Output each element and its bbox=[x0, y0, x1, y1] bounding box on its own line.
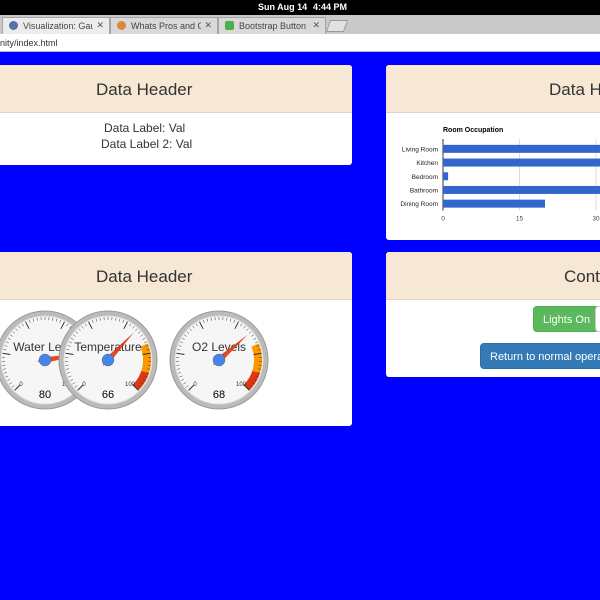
chart-title: Room Occupation bbox=[443, 127, 503, 134]
gauge-value: 68 bbox=[213, 389, 225, 401]
tab-visualization-gauge[interactable]: Visualization: Gauge ✕ bbox=[2, 17, 110, 34]
gauge-max-label: 100 bbox=[236, 382, 247, 388]
panel-header: Data Header bbox=[0, 65, 352, 113]
gauge-label: Temperature bbox=[74, 340, 142, 354]
new-tab-button[interactable] bbox=[325, 20, 349, 32]
bar bbox=[443, 158, 600, 167]
gauge-hub bbox=[101, 353, 115, 367]
w3-icon bbox=[225, 21, 234, 30]
data-labels-panel: Data Header Data Label: Val Data Label 2… bbox=[0, 65, 352, 165]
category-label: Dining Room bbox=[400, 201, 438, 208]
button-label: Lights On bbox=[543, 314, 591, 326]
chart-panel: Data H Room Occupation 0 15 30 Living Room Ki… bbox=[386, 65, 600, 240]
tick-label: 0 bbox=[441, 216, 445, 223]
system-time: 4:44 PM bbox=[313, 2, 348, 12]
url-text: nity/index.html bbox=[0, 38, 58, 48]
tab-label: Bootstrap Button Group bbox=[239, 21, 309, 31]
tab-bootstrap-button[interactable]: Bootstrap Button Group ✕ bbox=[218, 17, 326, 34]
gauge-value: 66 bbox=[102, 389, 114, 401]
tick-label: 15 bbox=[516, 216, 524, 223]
return-normal-button[interactable]: Return to normal operation bbox=[480, 343, 600, 369]
panel-header: Data H bbox=[386, 65, 600, 113]
gauge-value: 80 bbox=[39, 389, 51, 401]
panel-title: Data Header bbox=[96, 80, 193, 99]
controls-panel: Cont Lights On Return to normal operatio… bbox=[386, 252, 600, 377]
data-label-2: Data Label 2: Val bbox=[101, 137, 193, 151]
category-label: Kitchen bbox=[416, 160, 438, 167]
tab-pros-and-cons[interactable]: Whats Pros and Cons ✕ bbox=[110, 17, 218, 34]
bar bbox=[443, 185, 600, 194]
system-top-bar: Sun Aug 14 4:44 PM bbox=[0, 0, 600, 15]
category-label: Living Room bbox=[402, 146, 438, 153]
panel-title: Cont bbox=[564, 267, 600, 286]
close-icon[interactable]: ✕ bbox=[312, 20, 320, 31]
bar bbox=[443, 144, 600, 153]
gauges-panel: Data Header Water Level010080Temperature… bbox=[0, 252, 352, 426]
data-label-1: Data Label: Val bbox=[104, 121, 186, 135]
bar bbox=[443, 172, 449, 181]
site-icon bbox=[117, 21, 126, 30]
lights-on-button[interactable]: Lights On bbox=[533, 306, 599, 332]
panel-title: Data Header bbox=[96, 267, 193, 286]
close-icon[interactable]: ✕ bbox=[96, 20, 104, 31]
address-bar[interactable]: nity/index.html bbox=[0, 34, 600, 52]
panel-header: Cont bbox=[386, 252, 600, 300]
bar bbox=[443, 199, 545, 208]
gauge-hub bbox=[38, 353, 52, 367]
tab-label: Visualization: Gauge bbox=[23, 21, 93, 31]
panel-header: Data Header bbox=[0, 252, 352, 300]
lights-off-button[interactable] bbox=[595, 306, 600, 332]
gauge-max-label: 100 bbox=[125, 382, 136, 388]
category-label: Bedroom bbox=[412, 174, 438, 181]
gauge-row: Water Level010080Temperature010066O2 Lev… bbox=[0, 310, 269, 410]
panel-title: Data H bbox=[549, 80, 600, 99]
tick-label: 30 bbox=[592, 216, 600, 223]
tab-label: Whats Pros and Cons bbox=[131, 21, 201, 31]
button-label: Return to normal operation bbox=[490, 351, 600, 363]
gauge-hub bbox=[212, 353, 226, 367]
close-icon[interactable]: ✕ bbox=[204, 20, 212, 31]
category-label: Bathroom bbox=[410, 187, 438, 194]
browser-tab-strip: Visualization: Gauge ✕ Whats Pros and Co… bbox=[0, 15, 600, 34]
system-date: Sun Aug 14 bbox=[258, 2, 308, 12]
page-icon bbox=[9, 21, 18, 30]
room-occupation-chart: Room Occupation 0 15 30 Living Room Kitchen Be… bbox=[400, 127, 600, 223]
